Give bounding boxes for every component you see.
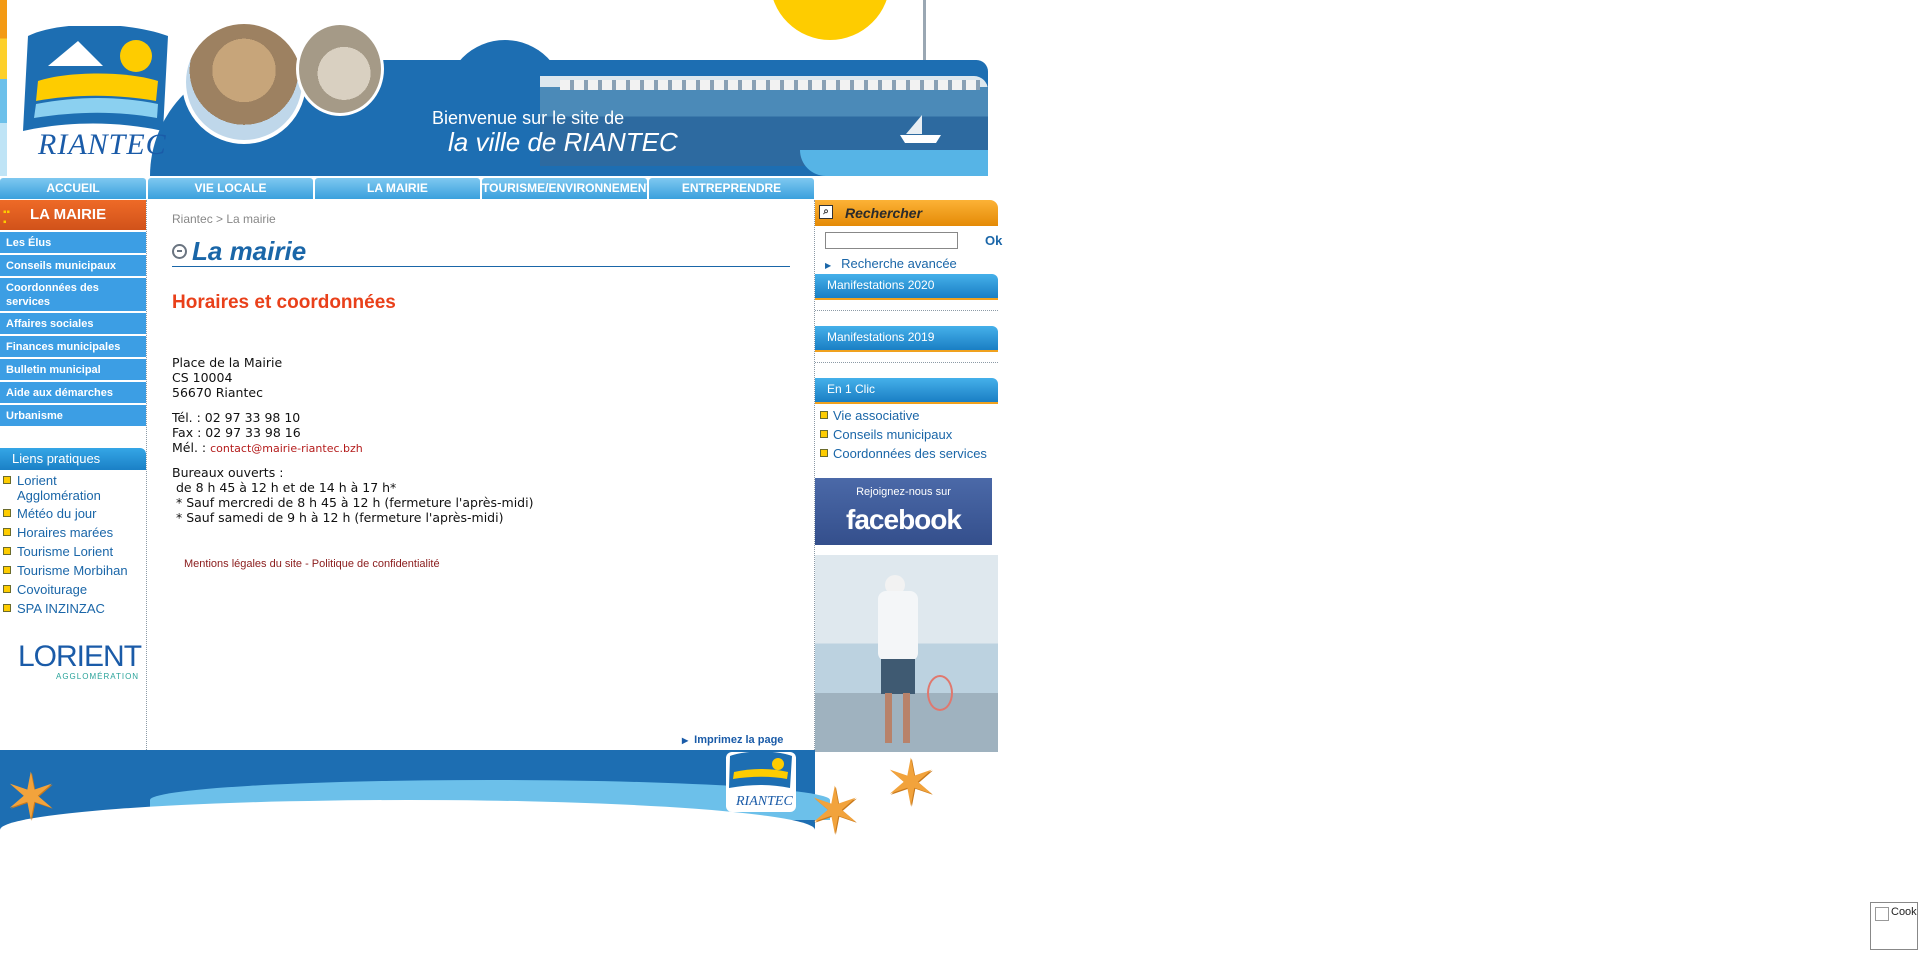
magnifier-icon: ⌕ — [819, 205, 833, 219]
sidebar-item-coordonnees-services[interactable]: Coordonnées des services — [0, 278, 146, 312]
tab-manifestations-2019[interactable]: Manifestations 2019 — [815, 326, 998, 352]
starfish-icon: ✶ — [808, 775, 862, 849]
link-meteo-du-jour[interactable]: Météo du jour — [3, 506, 143, 521]
nav-la-mairie[interactable]: LA MAIRIE — [315, 178, 480, 199]
nav-vie-locale[interactable]: VIE LOCALE — [148, 178, 313, 199]
section-menu-title: LA MAIRIE — [30, 206, 107, 223]
hours-line: de 8 h 45 à 12 h et de 14 h à 17 h* — [172, 480, 397, 495]
beach-fisher-photo — [815, 555, 998, 752]
nav-tourisme-environnement[interactable]: TOURISME/ENVIRONNEMENT — [482, 178, 654, 199]
square-bullet-icon — [820, 449, 828, 457]
link-spa-inzinzac[interactable]: SPA INZINZAC — [3, 601, 143, 616]
welcome-text: Bienvenue sur le site de — [432, 108, 625, 128]
footer-white-wave — [0, 800, 815, 860]
divider — [815, 362, 998, 363]
divider — [815, 310, 998, 311]
arrow-circle-icon — [172, 244, 187, 259]
cookie-consent-badge[interactable]: Cook — [1870, 902, 1918, 950]
sidebar-item-urbanisme[interactable]: Urbanisme — [0, 405, 146, 427]
lorient-agglomeration-logo[interactable]: LORIENT AGGLOMÉRATION — [18, 642, 142, 684]
section-menu-header: ▪▪ ▪ LA MAIRIE — [0, 200, 146, 230]
dots-icon: ▪▪ ▪ — [3, 207, 11, 228]
square-bullet-icon — [3, 528, 11, 536]
fax-line: Fax : 02 97 33 98 16 — [172, 425, 301, 440]
tab-manifestations-2020[interactable]: Manifestations 2020 — [815, 274, 998, 300]
sidebar-item-les-elus[interactable]: Les Élus — [0, 232, 146, 254]
header-banner: RIANTEC Bienvenue sur le site de la vill… — [0, 0, 988, 176]
square-bullet-icon — [3, 604, 11, 612]
lighthouse-photo — [182, 20, 306, 144]
square-bullet-icon — [820, 430, 828, 438]
address-line: CS 10004 — [172, 370, 233, 385]
link-tourisme-lorient[interactable]: Tourisme Lorient — [3, 544, 143, 559]
wave-light-graphic — [800, 150, 988, 176]
section-heading: Horaires et coordonnées — [172, 292, 396, 313]
clic-link-vie-associative[interactable]: Vie associative — [820, 408, 919, 423]
hours-line: * Sauf mercredi de 8 h 45 à 12 h (fermet… — [172, 495, 534, 510]
search-input[interactable] — [825, 232, 958, 249]
phone-line: Tél. : 02 97 33 98 10 — [172, 410, 301, 425]
arrow-right-icon: ▶ — [682, 736, 689, 745]
hours-line: * Sauf samedi de 9 h à 12 h (fermeture l… — [172, 510, 504, 525]
village-houses — [560, 80, 980, 90]
main-navigation: ACCUEIL VIE LOCALE LA MAIRIE TOURISME/EN… — [0, 178, 815, 199]
email-link[interactable]: contact@mairie-riantec.bzh — [210, 442, 363, 455]
page-title: La mairie — [192, 236, 307, 266]
logo-text: RIANTEC — [38, 128, 167, 161]
facebook-logo-text: facebook — [846, 504, 962, 535]
search-submit-button[interactable]: Ok — [985, 233, 1002, 248]
breadcrumb[interactable]: Riantec > La mairie — [172, 212, 276, 226]
starfish-icon: ✶ — [4, 761, 58, 835]
search-header: ⌕ Rechercher — [815, 200, 998, 226]
liens-pratiques-header: Liens pratiques — [0, 448, 146, 470]
sidebar-item-conseils-municipaux[interactable]: Conseils municipaux — [0, 255, 146, 277]
square-bullet-icon — [3, 476, 11, 484]
left-sidebar: ▪▪ ▪ LA MAIRIE Les Élus Conseils municipa… — [0, 200, 147, 750]
clic-link-coordonnees-services[interactable]: Coordonnées des services — [820, 446, 987, 461]
clic-link-conseils-municipaux[interactable]: Conseils municipaux — [820, 427, 952, 442]
nav-accueil[interactable]: ACCUEIL — [0, 178, 146, 199]
link-lorient-agglomeration[interactable]: Lorient Agglomération — [3, 473, 143, 503]
footer-logo-graphic — [729, 751, 792, 788]
square-bullet-icon — [3, 547, 11, 555]
link-tourisme-morbihan[interactable]: Tourisme Morbihan — [3, 563, 143, 578]
footer-logo-text: RIANTEC — [736, 794, 793, 809]
footer-banner: RIANTEC ✶ ✶ ✶ — [0, 750, 1000, 860]
sidebar-item-affaires-sociales[interactable]: Affaires sociales — [0, 313, 146, 335]
sidebar-item-bulletin-municipal[interactable]: Bulletin municipal — [0, 359, 146, 381]
print-page-link[interactable]: ▶ Imprimez la page — [682, 734, 783, 746]
search-title: Rechercher — [845, 205, 923, 221]
square-bullet-icon — [820, 411, 828, 419]
square-bullet-icon — [3, 566, 11, 574]
liens-pratiques-title: Liens pratiques — [12, 451, 101, 466]
arrow-right-icon: ▶ — [825, 261, 832, 270]
hours-line: Bureaux ouverts : — [172, 465, 284, 480]
sidebar-item-finances-municipales[interactable]: Finances municipales — [0, 336, 146, 358]
link-covoiturage[interactable]: Covoiturage — [3, 582, 143, 597]
sidebar-item-aide-demarches[interactable]: Aide aux démarches — [0, 382, 146, 404]
starfish-icon: ✶ — [884, 750, 938, 821]
address-line: 56670 Riantec — [172, 385, 263, 400]
mentions-legales-link[interactable]: Mentions légales du site - Politique de … — [184, 558, 440, 570]
square-bullet-icon — [3, 585, 11, 593]
site-container: RIANTEC Bienvenue sur le site de la vill… — [0, 0, 1002, 860]
square-bullet-icon — [3, 509, 11, 517]
facebook-banner[interactable]: Rejoignez-nous sur facebook — [815, 478, 992, 545]
right-sidebar: ⌕ Rechercher Ok ▶ Recherche avancée Manif… — [814, 200, 1002, 752]
sailboat-icon — [900, 115, 941, 143]
link-horaires-marees[interactable]: Horaires marées — [3, 525, 143, 540]
page-title-row: La mairie — [172, 234, 790, 267]
sun-graphic — [770, 0, 890, 40]
mail-line: Mél. : contact@mairie-riantec.bzh — [172, 440, 363, 455]
address-line: Place de la Mairie — [172, 355, 283, 370]
broken-image-icon — [1875, 907, 1889, 921]
welcome-city-text: la ville de RIANTEC — [448, 127, 678, 157]
color-strip — [0, 0, 7, 176]
nav-entreprendre[interactable]: ENTREPRENDRE — [649, 178, 814, 199]
tab-en-1-clic[interactable]: En 1 Clic — [815, 378, 998, 404]
fisherman-photo — [296, 22, 384, 116]
advanced-search-link[interactable]: ▶ Recherche avancée — [825, 256, 957, 271]
